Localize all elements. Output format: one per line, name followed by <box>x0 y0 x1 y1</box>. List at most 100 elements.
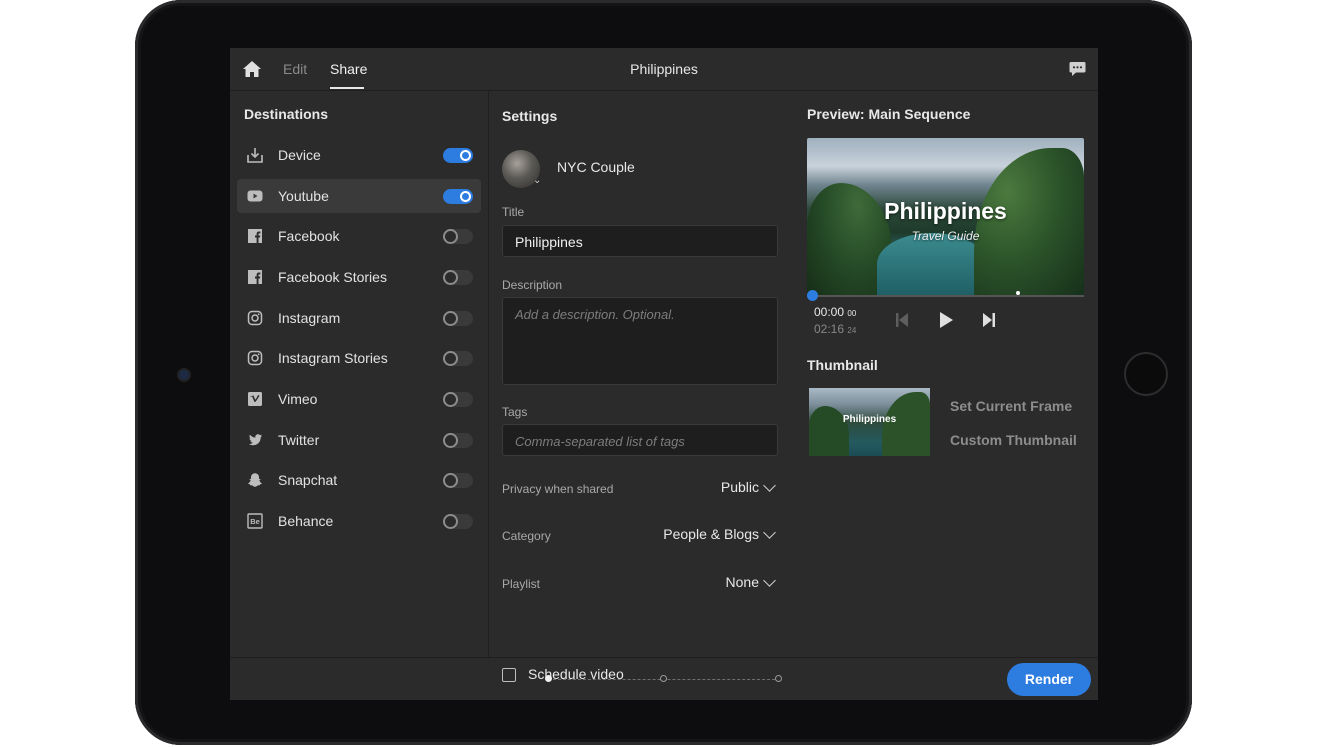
project-title: Philippines <box>630 61 698 77</box>
preview-title: Preview: Main Sequence <box>807 106 971 122</box>
thumbnail-overlay-title: Philippines <box>842 414 897 425</box>
scrubber-marker <box>1016 291 1020 295</box>
page-dot-2[interactable] <box>660 675 667 682</box>
destination-youtube[interactable]: Youtube <box>237 179 481 213</box>
chat-icon[interactable] <box>1069 61 1086 77</box>
bottom-bar: Render <box>230 657 1098 700</box>
instagram-stories-toggle[interactable] <box>443 351 473 366</box>
snapchat-toggle[interactable] <box>443 473 473 488</box>
destination-label: Device <box>278 147 321 163</box>
preview-overlay-title: Philippines <box>884 198 1007 224</box>
preview-panel: Preview: Main Sequence Philippines Trave… <box>789 91 1098 657</box>
device-home-button[interactable] <box>1124 352 1168 396</box>
youtube-icon <box>247 190 263 202</box>
destination-label: Facebook Stories <box>278 269 387 285</box>
page-dot-1[interactable] <box>545 675 552 682</box>
camera <box>179 370 189 380</box>
tags-placeholder: Comma-separated list of tags <box>515 434 685 449</box>
privacy-label: Privacy when shared <box>502 482 614 496</box>
snapchat-icon <box>248 473 262 487</box>
description-field[interactable]: Add a description. Optional. <box>502 297 778 385</box>
facebook-icon <box>248 229 262 243</box>
destination-facebook-stories[interactable]: Facebook Stories <box>237 260 481 294</box>
scrubber-handle[interactable] <box>807 290 818 301</box>
behance-toggle[interactable] <box>443 514 473 529</box>
twitter-icon <box>248 434 262 446</box>
playlist-value: None <box>725 574 759 590</box>
privacy-dropdown[interactable]: Public <box>699 476 784 500</box>
step-back-icon[interactable] <box>894 311 912 329</box>
destination-facebook[interactable]: Facebook <box>237 219 481 253</box>
description-label: Description <box>502 278 563 292</box>
account-name: NYC Couple <box>557 159 635 175</box>
page-dot-3[interactable] <box>775 675 782 682</box>
destination-label: Facebook <box>278 228 340 244</box>
set-current-frame-button[interactable]: Set Current Frame <box>950 398 1072 414</box>
settings-panel: Settings ⌄ NYC Couple Title Philippines … <box>489 91 789 682</box>
facebook-icon <box>248 270 262 284</box>
duration-frames: 24 <box>847 326 857 335</box>
destination-label: Youtube <box>278 188 329 204</box>
facebook-stories-toggle[interactable] <box>443 270 473 285</box>
destinations-title: Destinations <box>244 106 329 122</box>
thumbnail-image[interactable]: Philippines <box>809 388 930 456</box>
tags-field[interactable]: Comma-separated list of tags <box>502 424 778 456</box>
chevron-down-icon[interactable]: ⌄ <box>533 175 541 186</box>
destination-label: Instagram <box>278 310 341 326</box>
duration-time: 02:16 24 <box>814 322 856 336</box>
vimeo-toggle[interactable] <box>443 392 473 407</box>
step-forward-icon[interactable] <box>979 311 997 329</box>
destinations-panel: Destinations Device Youtube Facebook Fac… <box>230 91 489 657</box>
destination-vimeo[interactable]: Vimeo <box>237 382 481 416</box>
destination-twitter[interactable]: Twitter <box>237 423 481 457</box>
preview-video[interactable]: Philippines Travel Guide <box>807 138 1084 295</box>
playlist-label: Playlist <box>502 577 541 591</box>
chevron-down-icon <box>763 526 776 539</box>
destination-label: Twitter <box>278 432 320 448</box>
play-icon[interactable] <box>937 311 955 329</box>
current-time: 00:00 00 <box>814 305 856 319</box>
instagram-icon <box>247 310 263 326</box>
tab-underline <box>330 87 364 89</box>
scrubber-track[interactable] <box>807 295 1084 297</box>
privacy-value: Public <box>720 479 759 495</box>
thumbnail-title: Thumbnail <box>807 357 878 373</box>
title-label: Title <box>502 205 525 219</box>
current-time-frames: 00 <box>847 309 857 318</box>
top-bar: Edit Share Philippines <box>230 48 1098 91</box>
vimeo-icon <box>248 392 262 406</box>
chevron-down-icon <box>763 574 776 587</box>
tags-label: Tags <box>502 405 528 419</box>
destination-label: Instagram Stories <box>278 350 388 366</box>
facebook-toggle[interactable] <box>443 229 473 244</box>
chevron-down-icon <box>763 479 776 492</box>
destination-instagram-stories[interactable]: Instagram Stories <box>237 341 481 375</box>
preview-overlay-subtitle: Travel Guide <box>911 229 980 243</box>
custom-thumbnail-button[interactable]: Custom Thumbnail <box>950 432 1077 448</box>
instagram-toggle[interactable] <box>443 311 473 326</box>
device-toggle[interactable] <box>443 148 473 163</box>
description-placeholder: Add a description. Optional. <box>515 307 675 322</box>
instagram-icon <box>247 350 263 366</box>
destination-snapchat[interactable]: Snapchat <box>237 463 481 497</box>
behance-icon: Be <box>247 513 263 529</box>
destination-instagram[interactable]: Instagram <box>237 301 481 335</box>
twitter-toggle[interactable] <box>443 433 473 448</box>
destination-device[interactable]: Device <box>237 138 481 172</box>
playlist-dropdown[interactable]: None <box>699 571 784 595</box>
destination-label: Behance <box>278 513 334 529</box>
destination-label: Snapchat <box>278 472 338 488</box>
category-value: People & Blogs <box>663 526 759 542</box>
app-screen: Edit Share Philippines Destinations Devi… <box>230 48 1098 700</box>
destination-behance[interactable]: Be Behance <box>237 504 481 538</box>
svg-text:Be: Be <box>250 517 260 526</box>
render-button[interactable]: Render <box>1007 663 1091 696</box>
settings-title: Settings <box>502 108 558 124</box>
category-label: Category <box>502 529 551 543</box>
title-field[interactable]: Philippines <box>502 225 778 257</box>
youtube-toggle[interactable] <box>443 189 473 204</box>
category-dropdown[interactable]: People & Blogs <box>639 523 784 547</box>
download-icon <box>247 148 263 163</box>
destination-label: Vimeo <box>278 391 318 407</box>
duration-value: 02:16 <box>814 322 845 336</box>
